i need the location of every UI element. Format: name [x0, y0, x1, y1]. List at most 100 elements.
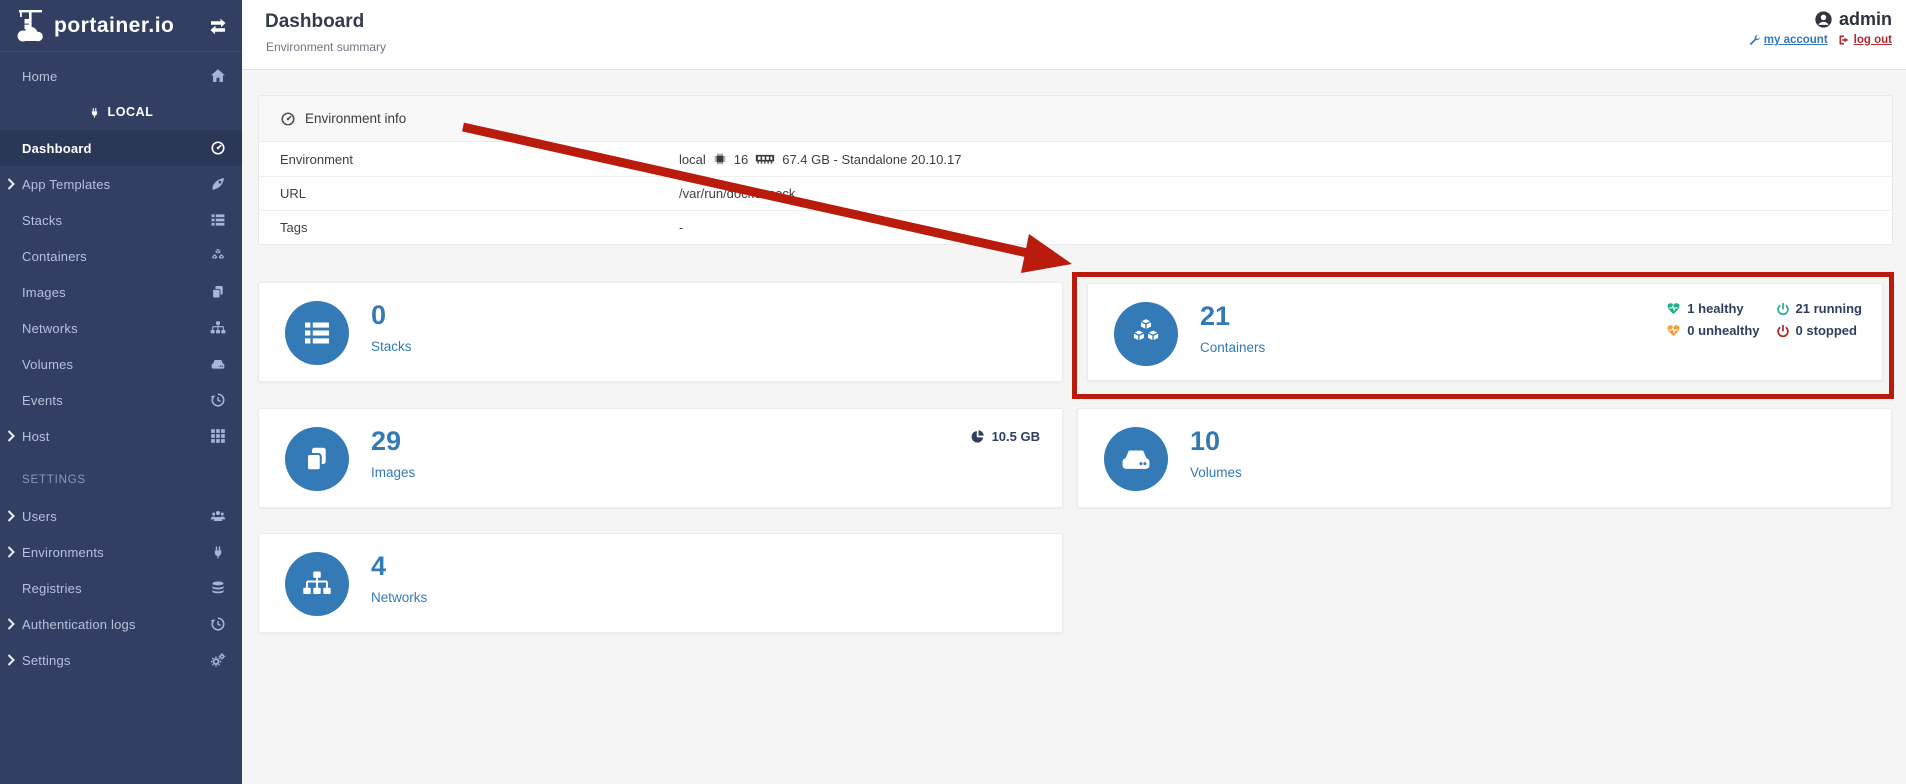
sidebar-item-users[interactable]: Users	[0, 498, 242, 534]
sidebar-item-label: Containers	[22, 249, 87, 264]
user-circle-icon	[1814, 10, 1833, 29]
containers-card[interactable]: 21 Containers 1 healthy 21 running	[1087, 283, 1883, 381]
row-value: -	[679, 220, 683, 235]
power-icon	[1776, 302, 1790, 316]
images-count: 29	[371, 428, 401, 455]
table-row: Environment local 16 67.4 GB - Standalon…	[259, 142, 1892, 176]
sidebar-item-label: Authentication logs	[22, 617, 136, 632]
sitemap-icon	[210, 320, 226, 336]
hdd-icon	[1119, 442, 1153, 476]
volumes-circle	[1104, 427, 1168, 491]
users-icon	[210, 508, 226, 524]
history-icon	[210, 616, 226, 632]
clone-icon	[302, 444, 332, 474]
environment-info-header: Environment info	[259, 96, 1892, 142]
healthy-stat: 1 healthy	[1666, 301, 1759, 316]
log-out-label: log out	[1854, 34, 1892, 46]
environment-info-panel: Environment info Environment local 16	[258, 95, 1893, 245]
sidebar-item-home[interactable]: Home	[0, 58, 242, 94]
history-icon	[210, 392, 226, 408]
networks-count: 4	[371, 553, 386, 580]
chevron-right-icon	[7, 546, 15, 558]
images-label: Images	[371, 465, 415, 480]
sidebar-item-images[interactable]: Images	[0, 274, 242, 310]
sidebar-item-label: Dashboard	[22, 141, 92, 156]
volumes-card[interactable]: 10 Volumes	[1077, 408, 1892, 508]
table-row: URL /var/run/docker.sock	[259, 176, 1892, 210]
database-icon	[210, 580, 226, 596]
networks-label: Networks	[371, 590, 427, 605]
networks-circle	[285, 552, 349, 616]
current-user: admin	[1748, 9, 1892, 30]
sidebar-item-registries[interactable]: Registries	[0, 570, 242, 606]
volumes-label: Volumes	[1190, 465, 1242, 480]
images-size-value: 10.5 GB	[992, 429, 1040, 444]
networks-card[interactable]: 4 Networks	[258, 533, 1063, 633]
my-account-link[interactable]: my account	[1748, 34, 1828, 46]
list-icon	[302, 318, 332, 348]
page-header: Dashboard Environment summary admin my a…	[242, 0, 1906, 70]
images-card[interactable]: 29 Images 10.5 GB	[258, 408, 1063, 508]
sidebar-section-label: LOCAL	[107, 105, 153, 119]
sidebar-item-stacks[interactable]: Stacks	[0, 202, 242, 238]
sidebar-item-label: Users	[22, 509, 57, 524]
stopped-stat: 0 stopped	[1776, 323, 1862, 338]
heartbeat-icon	[1666, 301, 1681, 316]
sidebar-item-environments[interactable]: Environments	[0, 534, 242, 570]
table-row: Tags -	[259, 210, 1892, 244]
plug-icon	[210, 544, 226, 560]
cogs-icon	[210, 652, 226, 668]
chevron-right-icon	[7, 430, 15, 442]
images-circle	[285, 427, 349, 491]
containers-circle	[1114, 302, 1178, 366]
row-label: Environment	[259, 152, 679, 167]
sidebar-section-settings: SETTINGS	[0, 462, 242, 498]
healthy-count: 1 healthy	[1687, 301, 1743, 316]
sidebar-item-host[interactable]: Host	[0, 418, 242, 454]
sidebar-item-label: Events	[22, 393, 63, 408]
sidebar-item-containers[interactable]: Containers	[0, 238, 242, 274]
containers-label: Containers	[1200, 340, 1265, 355]
sidebar-item-dashboard[interactable]: Dashboard	[0, 130, 242, 166]
sidebar-item-authentication-logs[interactable]: Authentication logs	[0, 606, 242, 642]
hdd-icon	[210, 356, 226, 372]
sidebar-item-networks[interactable]: Networks	[0, 310, 242, 346]
memory-icon	[755, 152, 775, 166]
sidebar-item-volumes[interactable]: Volumes	[0, 346, 242, 382]
images-total-size: 10.5 GB	[970, 429, 1040, 444]
sign-out-icon	[1838, 34, 1850, 46]
logo-band: portainer.io	[0, 0, 242, 52]
home-icon	[210, 68, 226, 84]
row-value: local 16 67.4 GB - Standalone 20.10.17	[679, 152, 961, 167]
volumes-count: 10	[1190, 428, 1220, 455]
row-label: URL	[259, 186, 679, 201]
stacks-circle	[285, 301, 349, 365]
cubes-icon	[210, 248, 226, 264]
sidebar-item-settings[interactable]: Settings	[0, 642, 242, 678]
sidebar-item-label: Images	[22, 285, 66, 300]
sitemap-icon	[302, 569, 332, 599]
chevron-right-icon	[7, 178, 15, 190]
sidebar-item-label: Settings	[22, 653, 71, 668]
row-value: /var/run/docker.sock	[679, 186, 795, 201]
sidebar-item-app-templates[interactable]: App Templates	[0, 166, 242, 202]
sidebar-item-label: Volumes	[22, 357, 73, 372]
cpu-count: 16	[734, 152, 748, 167]
container-stats: 1 healthy 21 running 0 unhealthy	[1666, 301, 1862, 338]
cubes-icon	[1129, 317, 1163, 351]
stacks-count: 0	[371, 302, 386, 329]
tachometer-icon	[280, 111, 296, 127]
row-label: Tags	[259, 220, 679, 235]
sidebar-item-label: Environments	[22, 545, 104, 560]
containers-count: 21	[1200, 303, 1230, 330]
sidebar-item-events[interactable]: Events	[0, 382, 242, 418]
user-menu: admin my account log out	[1748, 9, 1892, 46]
log-out-link[interactable]: log out	[1838, 34, 1892, 46]
list-icon	[210, 212, 226, 228]
logo-text: portainer.io	[54, 14, 174, 38]
unhealthy-count: 0 unhealthy	[1687, 323, 1759, 338]
environment-info-title: Environment info	[305, 111, 406, 126]
stacks-card[interactable]: 0 Stacks	[258, 282, 1063, 382]
sidebar-item-label: Host	[22, 429, 50, 444]
collapse-sidebar-icon[interactable]	[208, 16, 228, 36]
